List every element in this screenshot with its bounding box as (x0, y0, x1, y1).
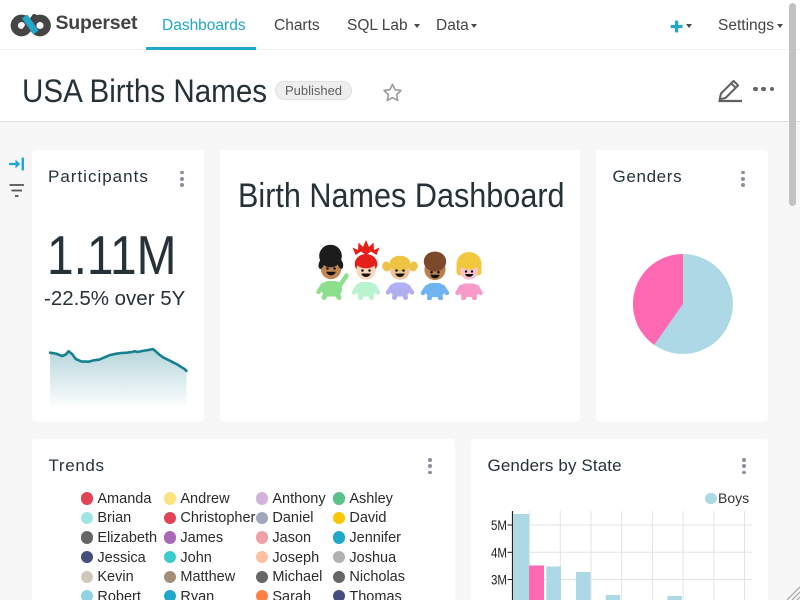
svg-text:3M: 3M (491, 572, 507, 588)
svg-text:5M: 5M (491, 517, 507, 533)
svg-text:4M: 4M (491, 544, 507, 560)
